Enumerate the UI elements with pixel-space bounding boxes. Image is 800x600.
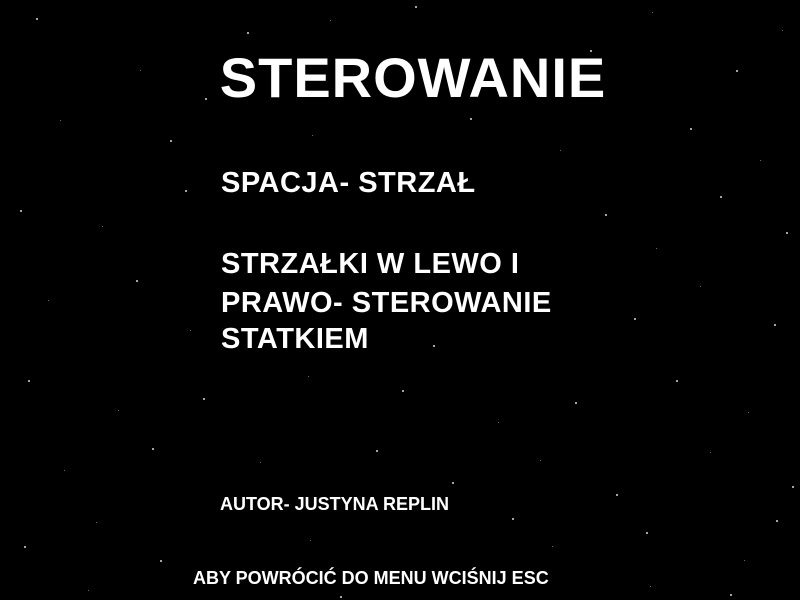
star xyxy=(498,422,499,423)
page-title: STEROWANIE xyxy=(219,46,607,109)
star xyxy=(433,345,435,347)
star xyxy=(782,30,783,31)
star xyxy=(28,380,30,382)
star xyxy=(676,380,678,382)
star xyxy=(656,248,657,249)
star xyxy=(203,398,205,400)
star xyxy=(64,470,65,471)
star xyxy=(774,324,776,326)
controls-screen: STEROWANIE SPACJA- STRZAŁ STRZAŁKI W LEW… xyxy=(0,0,800,600)
star xyxy=(720,196,722,198)
star xyxy=(560,150,561,151)
star xyxy=(470,118,472,120)
star xyxy=(96,522,97,523)
star xyxy=(312,135,313,136)
star xyxy=(786,232,788,234)
star xyxy=(60,120,61,121)
star xyxy=(575,402,577,404)
star xyxy=(190,330,191,331)
star xyxy=(376,450,378,452)
star xyxy=(452,482,454,484)
star xyxy=(690,128,692,130)
author-credit: AUTOR- JUSTYNA REPLIN xyxy=(220,494,450,514)
star xyxy=(330,20,331,21)
star xyxy=(650,586,651,587)
star xyxy=(415,6,417,8)
star xyxy=(634,318,636,320)
star xyxy=(730,594,732,596)
star xyxy=(48,300,49,301)
star xyxy=(616,494,618,496)
back-to-menu-hint: ABY POWRÓCIĆ DO MENU WCIŚNIJ ESC xyxy=(193,568,549,588)
star xyxy=(24,546,26,548)
star xyxy=(310,540,311,541)
star xyxy=(88,590,89,591)
star xyxy=(646,532,648,534)
star xyxy=(540,460,541,461)
control-steer-text-line-3: STATKIEM xyxy=(221,323,369,355)
star xyxy=(512,518,514,520)
star xyxy=(402,390,404,392)
star xyxy=(744,560,745,561)
star xyxy=(792,486,794,488)
star xyxy=(36,18,38,20)
star xyxy=(552,546,553,547)
star xyxy=(152,448,154,450)
star xyxy=(185,190,187,192)
star xyxy=(118,410,119,411)
control-shoot-text: SPACJA- STRZAŁ xyxy=(221,167,476,199)
star xyxy=(136,280,138,282)
star xyxy=(308,376,309,377)
star xyxy=(340,596,342,598)
control-steer-text-line-2: PRAWO- STEROWANIE xyxy=(221,287,552,319)
star xyxy=(776,520,778,522)
star xyxy=(20,210,22,212)
control-steer-text-line-1: STRZAŁKI W LEWO I xyxy=(221,248,520,280)
star xyxy=(160,560,162,562)
star xyxy=(700,286,701,287)
star xyxy=(260,462,261,463)
star xyxy=(247,32,249,34)
star xyxy=(170,140,172,142)
star xyxy=(652,12,653,13)
star xyxy=(605,214,607,216)
star xyxy=(102,226,103,227)
star xyxy=(748,412,749,413)
star xyxy=(710,452,711,453)
star xyxy=(760,160,761,161)
